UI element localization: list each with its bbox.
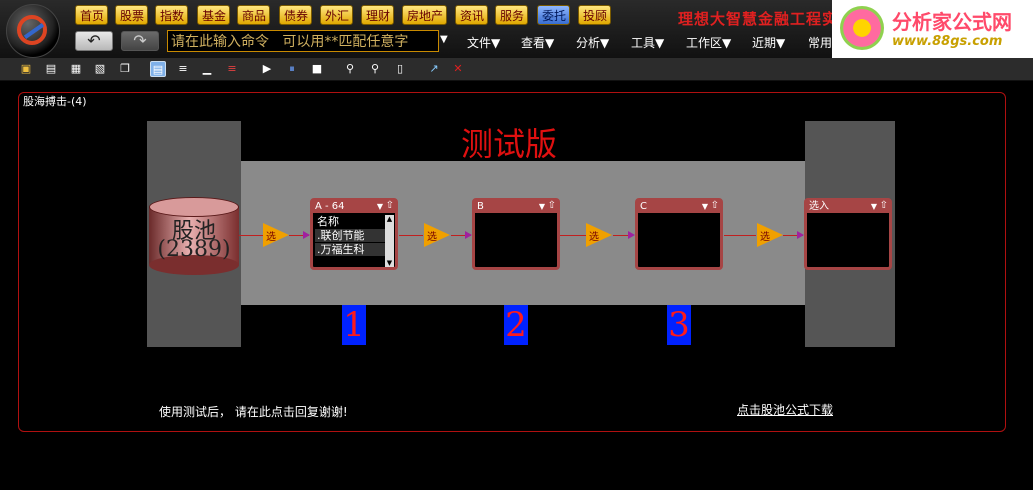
pause-icon[interactable]: ⏸ bbox=[284, 61, 300, 77]
new-folder-icon[interactable]: ▣ bbox=[18, 61, 34, 77]
dropdown-icon[interactable]: ▼ bbox=[377, 201, 383, 213]
connector bbox=[399, 235, 423, 236]
toolbar: ▣ ▤ ▦ ▧ ❐ ▤ ≡ ▁ ≡ ▶ ⏸ ■ ⚲ ⚲ ▯ ↗ ✕ bbox=[0, 58, 1033, 81]
panel-title: 股海搏击-(4) bbox=[23, 95, 87, 108]
back-button[interactable]: ↶ bbox=[75, 31, 113, 51]
close-icon[interactable]: ✕ bbox=[450, 61, 466, 77]
align-bottom-icon[interactable]: ▁ bbox=[199, 61, 215, 77]
list-item[interactable]: .联创节能 bbox=[315, 229, 387, 242]
step-number-2: 2 bbox=[504, 305, 528, 345]
filter-4[interactable]: 选 bbox=[757, 223, 785, 247]
arrow-icon bbox=[797, 231, 804, 239]
filter-3[interactable]: 选 bbox=[586, 223, 614, 247]
align-left-icon[interactable]: ≡ bbox=[175, 61, 191, 77]
feedback-link[interactable]: 使用测试后， 请在此点击回复谢谢! bbox=[159, 403, 348, 420]
layout-top-icon[interactable]: ▤ bbox=[150, 61, 166, 77]
step-number-3: 3 bbox=[667, 305, 691, 345]
list-header: 名称 bbox=[315, 215, 387, 228]
test-version-label: 测试版 bbox=[461, 125, 558, 163]
nav-index[interactable]: 指数 bbox=[155, 5, 188, 25]
filter-2[interactable]: 选 bbox=[424, 223, 452, 247]
stock-screener-panel: 股海搏击-(4) 测试版 股池 (2389) 选 选 选 选 A - 64 ▼ ⇧ … bbox=[18, 92, 1006, 432]
open-icon[interactable]: ▤ bbox=[43, 61, 59, 77]
box-title: A - 64 bbox=[315, 201, 345, 212]
stock-pool-cylinder[interactable]: 股池 (2389) bbox=[149, 197, 239, 275]
find-next-icon[interactable]: ⚲ bbox=[367, 61, 383, 77]
download-link[interactable]: 点击股池公式下载 bbox=[737, 401, 833, 418]
brand-logo-name: 分析家公式网 bbox=[892, 10, 1012, 34]
up-arrow-icon[interactable]: ⇧ bbox=[880, 200, 888, 212]
export-icon[interactable]: ▧ bbox=[92, 61, 108, 77]
nav-trade[interactable]: 委托 bbox=[537, 5, 570, 25]
connector bbox=[560, 235, 586, 236]
nav-service[interactable]: 服务 bbox=[495, 5, 528, 25]
up-arrow-icon[interactable]: ⇧ bbox=[711, 200, 719, 212]
bar-chart-icon[interactable]: ≡ bbox=[224, 61, 240, 77]
box-title: C bbox=[640, 201, 647, 212]
brand-logo-url: www.88gs.com bbox=[892, 34, 1003, 49]
connector bbox=[239, 235, 263, 236]
up-arrow-icon[interactable]: ⇧ bbox=[548, 200, 556, 212]
dropdown-icon[interactable]: ▼ bbox=[702, 201, 708, 213]
brand-title: 理想大智慧金融工程实验 bbox=[678, 10, 855, 28]
expand-icon[interactable]: ↗ bbox=[426, 61, 442, 77]
flower-logo-icon bbox=[840, 6, 884, 50]
menu-view[interactable]: 查看▼ bbox=[521, 34, 554, 51]
step-number-1: 1 bbox=[342, 305, 366, 345]
scrollbar[interactable]: ▲ ▼ bbox=[385, 215, 394, 267]
menu-tools[interactable]: 工具▼ bbox=[631, 34, 664, 51]
menu-workspace[interactable]: 工作区▼ bbox=[686, 34, 731, 51]
filter-1[interactable]: 选 bbox=[263, 223, 291, 247]
stop-icon[interactable]: ■ bbox=[309, 61, 325, 77]
condition-box-a[interactable]: A - 64 ▼ ⇧ 名称 .联创节能 .万福生科 ▲ ▼ bbox=[310, 198, 398, 270]
condition-box-b[interactable]: B ▼ ⇧ bbox=[472, 198, 560, 270]
brand-logo[interactable]: 分析家公式网 www.88gs.com bbox=[832, 0, 1033, 58]
dropdown-icon[interactable]: ▼ bbox=[871, 201, 877, 213]
menu-file[interactable]: 文件▼ bbox=[467, 34, 500, 51]
forward-button[interactable]: ↷ bbox=[121, 31, 159, 51]
copy-icon[interactable]: ❐ bbox=[117, 61, 133, 77]
nav-advisor[interactable]: 投顾 bbox=[578, 5, 611, 25]
box-title: 选入 bbox=[809, 201, 829, 212]
arrow-icon bbox=[628, 231, 635, 239]
list-item[interactable]: .万福生科 bbox=[315, 243, 387, 256]
command-dropdown-icon[interactable]: ▼ bbox=[440, 34, 448, 45]
find-icon[interactable]: ⚲ bbox=[342, 61, 358, 77]
connector bbox=[724, 235, 756, 236]
menu-common[interactable]: 常用 bbox=[808, 34, 832, 51]
menu-recent[interactable]: 近期▼ bbox=[752, 34, 785, 51]
condition-box-c[interactable]: C ▼ ⇧ bbox=[635, 198, 723, 270]
nav-realestate[interactable]: 房地产 bbox=[402, 5, 447, 25]
command-input[interactable] bbox=[167, 30, 439, 52]
nav-news[interactable]: 资讯 bbox=[455, 5, 488, 25]
nav-forex[interactable]: 外汇 bbox=[320, 5, 353, 25]
arrow-icon bbox=[465, 231, 472, 239]
box-title: B bbox=[477, 201, 484, 212]
dropdown-icon[interactable]: ▼ bbox=[539, 201, 545, 213]
nav-commodities[interactable]: 商品 bbox=[237, 5, 270, 25]
top-header: 首页 股票 指数 基金 商品 债券 外汇 理财 房地产 资讯 服务 委托 投顾 … bbox=[0, 0, 1033, 58]
menu-analysis[interactable]: 分析▼ bbox=[576, 34, 609, 51]
stock-list: 名称 .联创节能 .万福生科 bbox=[315, 215, 387, 256]
pool-count: (2389) bbox=[157, 237, 231, 262]
output-box[interactable]: 选入 ▼ ⇧ bbox=[804, 198, 892, 270]
play-icon[interactable]: ▶ bbox=[259, 61, 275, 77]
save-icon[interactable]: ▦ bbox=[68, 61, 84, 77]
app-logo-icon[interactable] bbox=[6, 4, 60, 58]
up-arrow-icon[interactable]: ⇧ bbox=[386, 200, 394, 212]
nav-finance[interactable]: 理财 bbox=[361, 5, 394, 25]
arrow-icon bbox=[303, 231, 310, 239]
nav-funds[interactable]: 基金 bbox=[197, 5, 230, 25]
nav-stocks[interactable]: 股票 bbox=[115, 5, 148, 25]
bottom-area bbox=[0, 440, 1033, 490]
nav-bonds[interactable]: 债券 bbox=[279, 5, 312, 25]
nav-home[interactable]: 首页 bbox=[75, 5, 108, 25]
list-icon[interactable]: ▯ bbox=[392, 61, 408, 77]
